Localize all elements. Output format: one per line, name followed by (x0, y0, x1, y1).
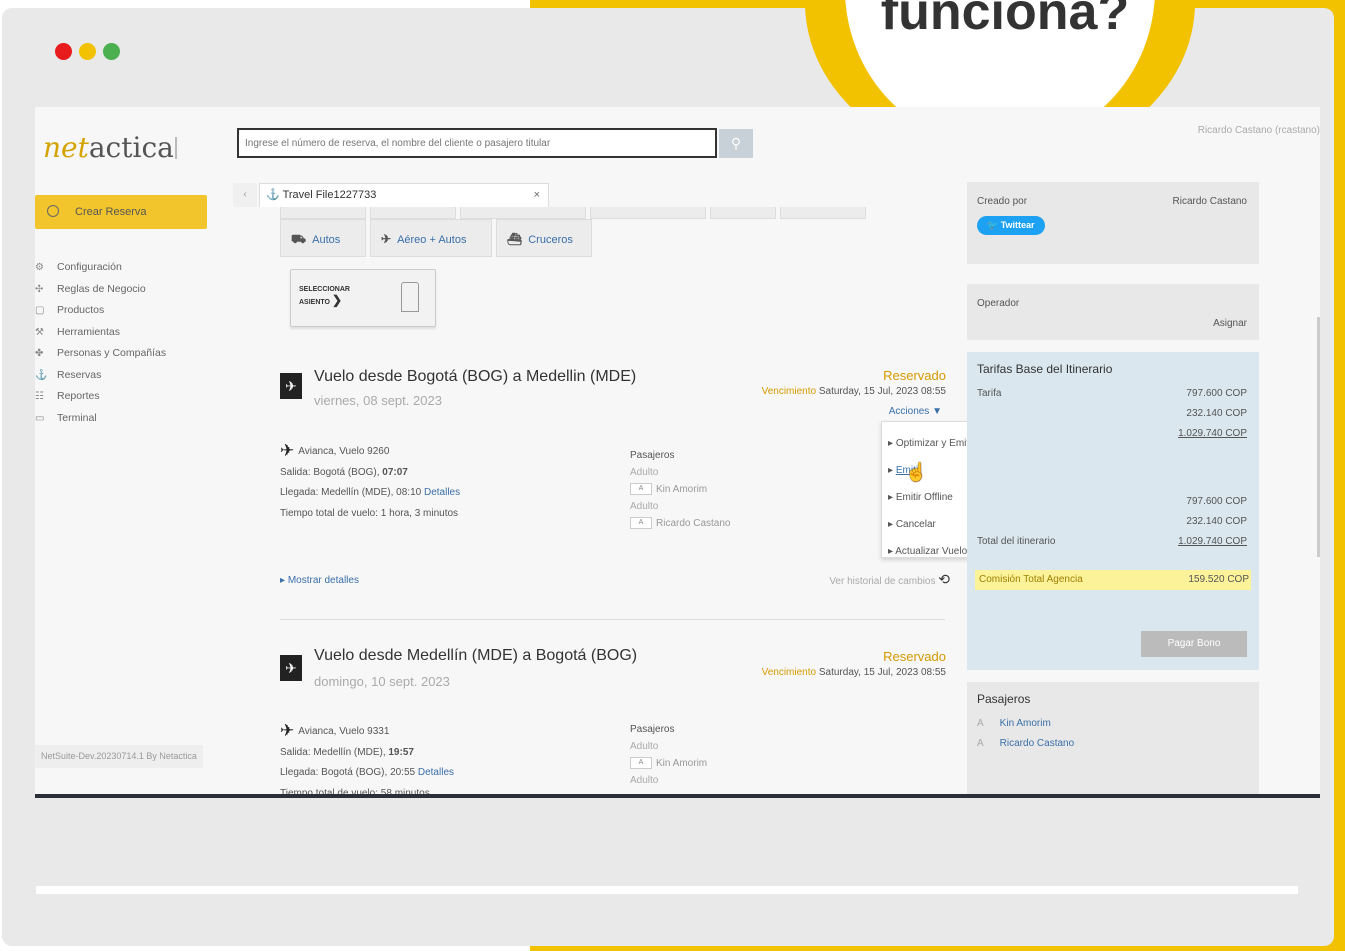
flight-segment: ✈ Vuelo desde Bogotá (BOG) a Medellin (M… (280, 365, 950, 588)
seat-icon (401, 282, 419, 312)
sidebar-item-configuracion[interactable]: ⚙ Configuración (35, 257, 166, 279)
rules-icon: ✣ (35, 283, 44, 295)
select-seat-card[interactable]: SELECCIONAR ASIENTO ❯ (290, 269, 436, 327)
tile-stub (590, 207, 706, 219)
flight-badge-icon: ✈ (280, 373, 302, 399)
side-menu: ⚙ Configuración ✣ Reglas de Negocio ▢ Produ… (35, 257, 166, 429)
wrench-icon: ⚒ (35, 326, 44, 338)
hand-cursor-icon: ☝ (905, 462, 928, 482)
commission-row: Comisión Total Agencia 159.520 COP (975, 570, 1251, 590)
plus-circle-icon (47, 205, 59, 217)
flight-title: Vuelo desde Bogotá (BOG) a Medellin (MDE… (314, 368, 637, 385)
car-icon: ⛟ (291, 232, 307, 246)
expiry-info: Vencimiento Saturday, 15 Jul, 2023 08:55 (761, 386, 946, 397)
tile-stub (780, 207, 866, 219)
report-icon: ☷ (35, 391, 44, 402)
logo-mark-icon (175, 137, 199, 159)
tweet-button[interactable]: 🐦 Twittear (977, 216, 1045, 235)
history-icon: ⟲ (938, 571, 950, 587)
tab-scroll-left[interactable]: ‹ (233, 183, 257, 207)
sidebar-item-reglas[interactable]: ✣ Reglas de Negocio (35, 279, 166, 301)
fares-box: Tarifas Base del Itinerario Tarifa 797.60… (967, 352, 1259, 670)
tile-stub (710, 207, 776, 219)
passengers-box: Pasajeros A Kin Amorim A Ricardo Castano (967, 682, 1259, 795)
section-divider (280, 619, 945, 620)
minimize-dot[interactable] (79, 43, 96, 60)
version-label: NetSuite-Dev.20230714.1 By Netactica (35, 745, 203, 768)
status-badge: Reservado (883, 649, 946, 664)
assign-link[interactable]: Asignar (1213, 314, 1247, 334)
plane-car-icon: ✈ (381, 232, 392, 246)
airplane-icon: ✈ (280, 721, 295, 740)
operator-box: Operador Asignar (967, 284, 1259, 340)
sidebar-item-reportes[interactable]: ☷ Reportes (35, 386, 166, 408)
show-details-link[interactable]: ▸ Mostrar detalles (280, 575, 359, 586)
status-badge: Reservado (883, 368, 946, 383)
details-link[interactable]: Detalles (424, 487, 460, 498)
change-history-link[interactable]: Ver historial de cambios ⟲ (829, 571, 950, 588)
netactica-logo: netactica (43, 131, 174, 164)
progress-line (36, 886, 1298, 894)
airplane-icon: ✈ (280, 441, 295, 460)
sidebar-item-productos[interactable]: ▢ Productos (35, 300, 166, 322)
flight-date: domingo, 10 sept. 2023 (314, 674, 450, 689)
sidebar-item-herramientas[interactable]: ⚒ Herramientas (35, 322, 166, 344)
flight-badge-icon: ✈ (280, 655, 302, 681)
tile-stub (280, 207, 366, 219)
actions-dropdown[interactable]: Acciones ▼ (889, 406, 942, 417)
tile-stub (370, 207, 456, 219)
create-reservation-button[interactable]: Crear Reserva (35, 195, 207, 229)
tile-cruceros[interactable]: ⛴ Cruceros (496, 219, 592, 257)
expiry-info: Vencimiento Saturday, 15 Jul, 2023 08:55 (761, 667, 946, 678)
flight-details: ✈ Avianca, Vuelo 9331 Salida: Medellín (M… (280, 721, 455, 795)
sidebar-item-reservas[interactable]: ⚓ Reservas (35, 365, 166, 387)
flight-details: ✈ Avianca, Vuelo 9260 Salida: Bogotá (BOG… (280, 441, 461, 519)
chevron-right-icon: ❯ (331, 293, 343, 307)
window-controls (55, 43, 120, 60)
scrollbar[interactable] (1317, 317, 1320, 557)
ship-icon: ⛴ (507, 232, 523, 246)
passenger-link[interactable]: Kin Amorim (1000, 718, 1051, 729)
user-menu[interactable]: Ricardo Castano (rcastano) (1198, 125, 1320, 136)
flight-segment: ✈ Vuelo desde Medellín (MDE) a Bogotá (B… (280, 647, 950, 795)
tile-autos[interactable]: ⛟ Autos (280, 219, 366, 257)
gear-icon: ⚙ (35, 262, 44, 273)
reservation-search (237, 128, 717, 158)
search-button[interactable]: ⚲ (719, 129, 753, 158)
app-bottom-bar (35, 794, 1320, 798)
box-icon: ▢ (35, 305, 45, 316)
people-icon: ✤ (35, 348, 44, 359)
passenger-list: Pasajeros Adulto A Kin Amorim Adulto (630, 724, 708, 786)
maximize-dot[interactable] (103, 43, 120, 60)
flight-date: viernes, 08 sept. 2023 (314, 393, 442, 408)
tile-stub (460, 207, 586, 219)
anchor-icon: ⚓ (266, 189, 280, 201)
netactica-app: netactica ⚲ Ricardo Castano (rcastano) C… (35, 107, 1320, 795)
flight-title: Vuelo desde Medellín (MDE) a Bogotá (BOG… (314, 647, 638, 664)
tab-travel-file[interactable]: ⚓ Travel File1227733 × (259, 183, 549, 207)
reservation-icon: ⚓ (35, 369, 48, 381)
creator-box: Creado por Ricardo Castano 🐦 Twittear (967, 182, 1259, 264)
main-content: ⛟ Autos ✈ Aéreo + Autos ⛴ Cruceros SELECCIO… (280, 207, 955, 795)
details-link[interactable]: Detalles (418, 767, 454, 778)
sidebar-item-personas[interactable]: ✤ Personas y Compañías (35, 343, 166, 365)
passenger-list: Pasajeros Adulto A Kin Amorim Adulto A Ric… (630, 450, 731, 530)
pay-button[interactable]: Pagar Bono (1141, 631, 1247, 657)
tab-close-button[interactable]: × (534, 184, 540, 206)
close-dot[interactable] (55, 43, 72, 60)
tile-aereo-autos[interactable]: ✈ Aéreo + Autos (370, 219, 492, 257)
fares-title: Tarifas Base del Itinerario (977, 362, 1113, 376)
sidebar-item-terminal[interactable]: ▭ Terminal (35, 408, 166, 430)
search-input[interactable] (239, 130, 715, 156)
passenger-link[interactable]: Ricardo Castano (1000, 738, 1074, 749)
badge-title: funciona? (880, 0, 1130, 41)
tab-bar: ‹ ⚓ Travel File1227733 × (233, 183, 953, 207)
search-icon: ⚲ (730, 135, 742, 151)
terminal-icon: ▭ (35, 412, 45, 424)
